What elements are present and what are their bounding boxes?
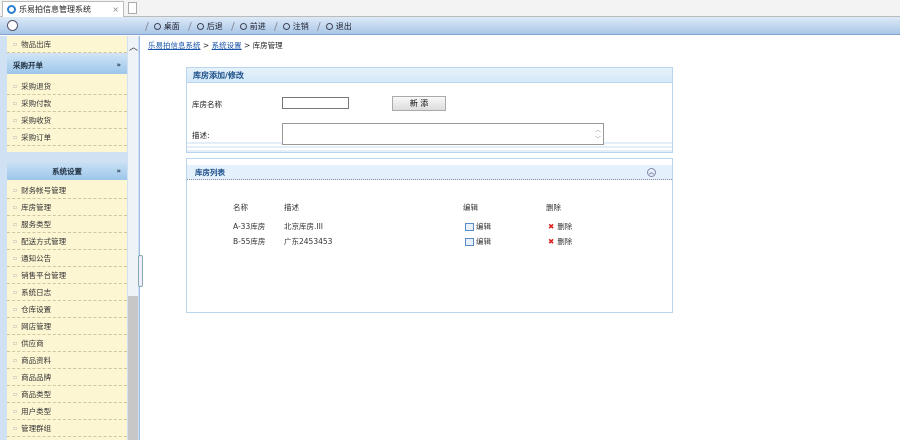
delete-x-icon: ✖ [548,222,555,231]
breadcrumb-root-link[interactable]: 乐易拍信息系统 [148,41,201,50]
label: 删除 [557,222,573,231]
label: 编辑 [476,237,491,246]
label: 桌面 [163,22,180,31]
sidebar-collapse-handle[interactable] [138,255,143,287]
breadcrumb-section-link[interactable]: 系统设置 [212,41,242,50]
sidebar-item[interactable]: 商品资料 [7,352,127,369]
scroll-down-icon[interactable]: ﹀ [595,134,601,143]
cell-desc: 广东2453453 [284,237,333,246]
logo-circle-icon [7,20,18,31]
sidebar-item[interactable]: 服务类型 [7,216,127,233]
edit-icon [465,238,474,246]
close-tab-icon[interactable]: × [112,5,119,14]
col-header-name: 名称 [233,203,248,212]
sidebar-item[interactable]: 采购收货 [7,112,127,129]
sidebar-item[interactable]: 商品类型 [7,386,127,403]
edit-link[interactable]: 编辑 [465,236,491,247]
circle-icon [239,23,247,30]
forward-button[interactable]: / 前进 [231,20,266,33]
circle-icon [282,23,290,30]
sidebar-item[interactable]: 商品品牌 [7,369,127,386]
edit-link[interactable]: 编辑 [465,221,491,232]
sidebar-item[interactable]: 采购退货 [7,78,127,95]
sidebar-scrollbar[interactable]: ︿ [128,36,138,440]
edit-icon [465,223,474,231]
sidebar-item[interactable]: 配送方式管理 [7,233,127,250]
collapse-icon[interactable]: ︽ [647,167,656,177]
warehouse-list-panel: 库房列表 ︽ 名称 描述 编辑 删除 A-33库房 北京库房.III 编辑 ✖ 删除… [186,158,673,313]
browser-tab-bar: 乐易拍信息管理系统 × [0,0,900,17]
label: 删除 [557,237,573,246]
section-title: 采购开单 [13,60,43,70]
cell-desc: 北京库房.III [284,222,324,231]
add-button[interactable]: 新 添 [392,96,446,111]
name-label: 库房名称 [192,100,222,109]
logout-button[interactable]: / 注销 [274,20,309,33]
label: 前进 [249,22,266,31]
sidebar-item[interactable]: 通知公告 [7,250,127,267]
delete-link[interactable]: ✖ 删除 [548,236,572,247]
separator: > [202,41,210,50]
circle-icon [325,23,333,30]
col-header-delete: 删除 [546,203,561,212]
ie-icon [7,5,16,14]
desktop-button[interactable]: / 桌面 [145,20,180,33]
list-header: 库房列表 ︽ [187,165,672,180]
chevron-up-icon[interactable]: ︿ [129,40,138,53]
col-header-edit: 编辑 [463,203,478,212]
sidebar: 物品出库 采购开单 » 采购退货 采购付款 采购收货 采购订单 系统设置 » 财务帐… [0,36,140,440]
panel-title: 库房添加/修改 [187,68,672,83]
new-tab-button[interactable] [128,2,137,14]
delete-link[interactable]: ✖ 删除 [548,221,572,232]
chevron-down-icon: » [116,167,121,175]
sidebar-section-purchase[interactable]: 采购开单 » [7,56,127,74]
breadcrumb-current: 库房管理 [252,41,283,50]
back-button[interactable]: / 后退 [188,20,223,33]
breadcrumb: 乐易拍信息系统 > 系统设置 > 库房管理 [148,40,283,51]
scroll-up-icon[interactable]: ︿ [595,125,601,134]
description-textarea[interactable]: ︿ ﹀ [282,123,604,145]
sidebar-item[interactable]: 系统日志 [7,284,127,301]
sidebar-item[interactable]: 采购付款 [7,95,127,112]
section-title: 系统设置 [52,166,82,176]
exit-button[interactable]: / 退出 [317,20,352,33]
sidebar-section-system[interactable]: 系统设置 » [7,162,127,180]
scrollbar-thumb[interactable] [128,296,138,440]
top-toolbar: / 桌面 / 后退 / 前进 / 注销 / 退出 [0,17,900,35]
circle-icon [196,23,204,30]
label: 注销 [292,22,309,31]
separator: > [243,41,251,50]
sidebar-item[interactable]: 网店管理 [7,318,127,335]
label: 后退 [206,22,223,31]
warehouse-form-panel: 库房添加/修改 库房名称 新 添 描述: ︿ ﹀ [186,67,673,153]
label: 退出 [335,22,352,31]
sidebar-item[interactable]: 用户类型 [7,403,127,420]
cell-name: A-33库房 [233,222,266,231]
sidebar-item[interactable]: 销售平台管理 [7,267,127,284]
warehouse-name-input[interactable] [282,97,349,109]
tab-title: 乐易拍信息管理系统 [19,5,91,14]
browser-tab[interactable]: 乐易拍信息管理系统 × [2,1,124,17]
label: 编辑 [476,222,491,231]
sidebar-item[interactable]: 财务帐号管理 [7,182,127,199]
sidebar-item[interactable]: 管理群组 [7,420,127,437]
col-header-desc: 描述 [284,203,299,212]
sidebar-item[interactable]: 采购订单 [7,129,127,146]
sidebar-item[interactable]: 库房管理 [7,199,127,216]
panel-title: 库房列表 [195,167,225,177]
chevron-down-icon: » [116,61,121,69]
delete-x-icon: ✖ [548,237,555,246]
sidebar-item-outbound[interactable]: 物品出库 [7,36,127,53]
sidebar-item[interactable]: 供应商 [7,335,127,352]
sidebar-item[interactable]: 仓库设置 [7,301,127,318]
cell-name: B-55库房 [233,237,266,246]
circle-icon [153,23,161,30]
